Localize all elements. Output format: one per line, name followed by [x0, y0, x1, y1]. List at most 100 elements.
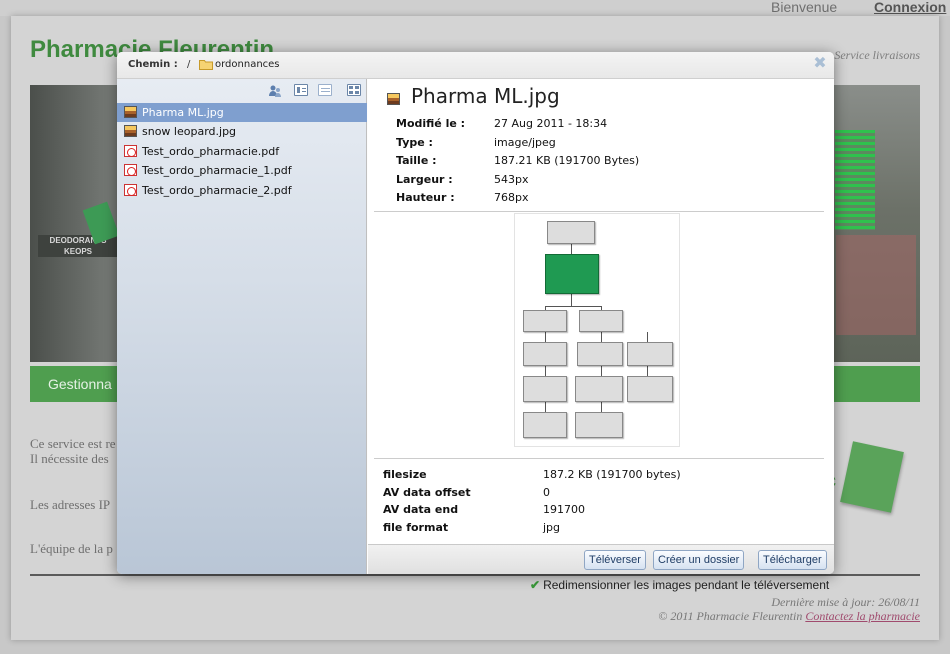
folder-icon	[199, 60, 213, 70]
path-root-link[interactable]: /	[187, 59, 190, 70]
file-item[interactable]: snow leopard.jpg	[117, 122, 367, 141]
dialog-actions: Téléverser Créer un dossier Télécharger	[368, 544, 834, 574]
resize-label: Redimensionner les images pendant le tél…	[543, 578, 830, 592]
welcome-link[interactable]: Bienvenue	[771, 0, 837, 15]
top-bar: Bienvenue Connexion	[0, 0, 950, 16]
file-item[interactable]: Test_ordo_pharmacie_2.pdf	[117, 181, 367, 200]
info-row: Modifié le : 27 Aug 2011 - 18:34	[396, 117, 796, 136]
pdf-file-icon	[124, 144, 137, 157]
preview-box	[523, 376, 567, 402]
meta-row: AV data end 191700	[383, 503, 803, 521]
last-update: Dernière mise à jour: 26/08/11	[771, 595, 920, 609]
meta-key: AV data end	[383, 503, 459, 517]
file-name: snow leopard.jpg	[142, 125, 237, 139]
info-key: Hauteur :	[396, 191, 455, 204]
info-key: Modifié le :	[396, 117, 466, 130]
view-toolbar	[117, 79, 367, 103]
contact-link[interactable]: Contactez la pharmacie	[805, 609, 920, 623]
copyright-text: © 2011 Pharmacie Fleurentin	[658, 609, 803, 623]
file-item[interactable]: Pharma ML.jpg	[117, 103, 367, 123]
pdf-file-icon	[124, 183, 137, 196]
meta-key: AV data offset	[383, 485, 471, 499]
copyright: © 2011 Pharmacie Fleurentin Contactez la…	[658, 609, 920, 624]
new-folder-button[interactable]: Créer un dossier	[653, 550, 745, 570]
preview-box	[577, 342, 623, 366]
info-key: Largeur :	[396, 172, 453, 186]
team-paragraph: L'équipe de la p	[30, 541, 113, 556]
details-divider	[374, 211, 824, 212]
file-metadata: filesize 187.2 KB (191700 bytes) AV data …	[383, 468, 803, 539]
pdf-file-icon	[124, 164, 137, 177]
resize-option[interactable]: ✔ Redimensionner les images pendant le té…	[530, 578, 829, 592]
intro-line-2: Il nécessite des	[30, 451, 109, 466]
file-list-pane: Pharma ML.jpg snow leopard.jpg Test_ordo…	[117, 79, 367, 574]
meta-value: 191700	[543, 503, 585, 517]
pharmacy-cross	[835, 130, 875, 230]
intro-line-1: Ce service est re	[30, 436, 116, 451]
preview-box	[579, 310, 623, 332]
section-band-title: Gestionna	[48, 376, 112, 392]
meta-value: 0	[543, 485, 550, 499]
meta-key: filesize	[383, 468, 427, 481]
details-divider	[374, 458, 824, 459]
file-item[interactable]: Test_ordo_pharmacie_1.pdf	[117, 161, 367, 180]
download-button[interactable]: Télécharger	[758, 550, 827, 570]
path-label: Chemin :	[128, 59, 178, 70]
info-value: image/jpeg	[494, 135, 556, 149]
info-value: 27 Aug 2011 - 18:34	[494, 117, 608, 130]
meta-row: AV data offset 0	[383, 486, 803, 504]
preview-box	[575, 376, 623, 402]
preview-box	[547, 221, 595, 244]
details-title: Pharma ML.jpg	[411, 84, 560, 108]
file-name: Test_ordo_pharmacie.pdf	[142, 144, 280, 158]
info-row: Type : image/jpeg	[396, 136, 796, 155]
image-file-icon	[124, 125, 137, 138]
dialog-header: Chemin : / ordonnances ✖	[117, 52, 834, 79]
login-link[interactable]: Connexion	[874, 0, 946, 15]
preview-box	[575, 412, 623, 438]
file-info: Modifié le : 27 Aug 2011 - 18:34 Type : im…	[396, 117, 796, 210]
preview-box	[545, 254, 599, 294]
image-preview[interactable]	[514, 213, 680, 447]
info-row: Hauteur : 768px	[396, 191, 796, 210]
info-key: Taille :	[396, 154, 437, 167]
info-value: 768px	[494, 191, 529, 204]
meta-row: file format jpg	[383, 521, 803, 539]
view-thumbnails-icon[interactable]	[347, 84, 361, 96]
preview-box	[523, 412, 567, 438]
footer-divider	[30, 574, 920, 576]
upload-button[interactable]: Téléverser	[584, 550, 646, 570]
info-value: 543px	[494, 172, 529, 186]
file-manager-dialog: Chemin : / ordonnances ✖ Pharma ML.jpg s…	[117, 52, 834, 574]
meta-value: jpg	[543, 521, 561, 535]
info-key: Type :	[396, 135, 433, 149]
preview-box	[627, 376, 673, 402]
info-value: 187.21 KB (191700 Bytes)	[494, 154, 640, 167]
site-tagline[interactable]: Service livraisons	[834, 48, 920, 63]
intro-paragraph: Ce service est re Il nécessite des	[30, 436, 116, 466]
shelf-text-2: KEOPS	[63, 247, 92, 256]
ip-paragraph: Les adresses IP	[30, 497, 111, 512]
checkmark-icon[interactable]: ✔	[530, 578, 540, 592]
view-list-icon[interactable]	[294, 84, 308, 96]
meta-value: 187.2 KB (191700 bytes)	[543, 468, 681, 481]
path-folder-link[interactable]: ordonnances	[215, 59, 280, 70]
image-file-icon	[387, 93, 400, 105]
file-item[interactable]: Test_ordo_pharmacie.pdf	[117, 142, 367, 161]
file-name: Pharma ML.jpg	[142, 106, 224, 119]
meta-row: filesize 187.2 KB (191700 bytes)	[383, 468, 803, 486]
file-list: Pharma ML.jpg snow leopard.jpg Test_ordo…	[117, 103, 367, 200]
shop-window	[836, 235, 916, 335]
preview-box	[523, 342, 567, 366]
meta-key: file format	[383, 521, 449, 535]
sticky-note-image	[840, 441, 904, 513]
file-name: Test_ordo_pharmacie_2.pdf	[142, 183, 292, 197]
close-icon[interactable]: ✖	[812, 55, 828, 71]
info-row: Largeur : 543px	[396, 173, 796, 192]
people-icon[interactable]	[268, 84, 282, 98]
image-file-icon	[124, 106, 137, 118]
file-details-pane: Pharma ML.jpg Modifié le : 27 Aug 2011 - …	[368, 79, 834, 544]
preview-box	[523, 310, 567, 332]
file-name: Test_ordo_pharmacie_1.pdf	[142, 164, 292, 178]
view-details-icon[interactable]	[318, 84, 332, 96]
